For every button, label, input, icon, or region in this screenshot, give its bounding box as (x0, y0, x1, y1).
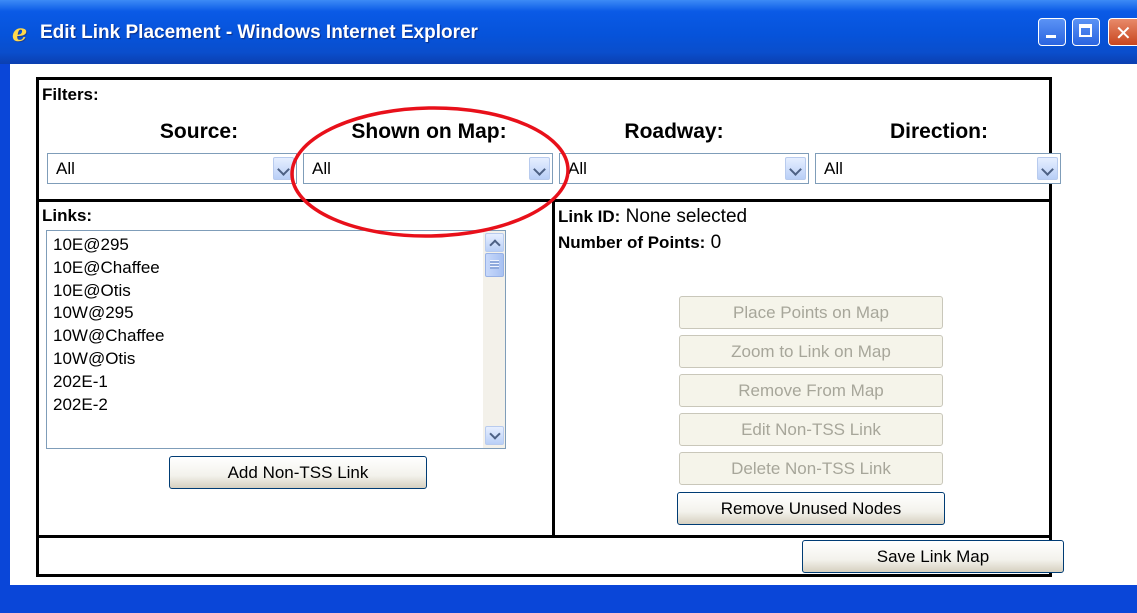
edit-link-table: Filters: Source: Shown on Map: Roadway: … (36, 77, 1064, 577)
chevron-down-icon[interactable] (273, 157, 294, 180)
shown-on-map-header: Shown on Map: (351, 120, 507, 143)
remove-from-map-button[interactable]: Remove From Map (679, 374, 943, 407)
filters-label: Filters: (42, 85, 99, 104)
list-item[interactable]: 202E-2 (53, 395, 108, 415)
direction-select-value: All (824, 159, 843, 178)
points-line: Number of Points: 0 (558, 232, 721, 254)
delete-non-tss-link-button[interactable]: Delete Non-TSS Link (679, 452, 943, 485)
scrollbar-thumb[interactable] (485, 253, 504, 277)
link-id-line: Link ID: None selected (558, 206, 747, 228)
list-item[interactable]: 10W@Otis (53, 349, 135, 369)
chevron-down-icon[interactable] (529, 157, 550, 180)
footer-row: Save Link Map (39, 535, 1064, 577)
ie-logo-icon: e (12, 18, 28, 47)
maximize-icon[interactable] (1072, 18, 1100, 46)
list-item[interactable]: 10W@295 (53, 303, 134, 323)
list-item[interactable]: 10E@Chaffee (53, 258, 160, 278)
direction-select[interactable]: All (815, 153, 1061, 184)
chevron-down-icon[interactable] (1037, 157, 1058, 180)
minimize-icon[interactable] (1038, 18, 1066, 46)
list-item[interactable]: 202E-1 (53, 372, 108, 392)
links-pane: Links: 10E@295 10E@Chaffee 10E@Otis 10W@… (39, 202, 555, 535)
close-icon[interactable] (1108, 18, 1137, 46)
roadway-header: Roadway: (624, 120, 724, 143)
list-item[interactable]: 10W@Chaffee (53, 326, 164, 346)
window-title: Edit Link Placement - Windows Internet E… (40, 22, 478, 43)
link-info-pane: Link ID: None selected Number of Points:… (555, 202, 1049, 535)
save-link-map-button[interactable]: Save Link Map (802, 540, 1064, 573)
link-id-label: Link ID: (558, 207, 621, 226)
shown-on-map-select[interactable]: All (303, 153, 553, 184)
place-points-on-map-button[interactable]: Place Points on Map (679, 296, 943, 329)
edit-non-tss-link-button[interactable]: Edit Non-TSS Link (679, 413, 943, 446)
scroll-up-icon[interactable] (485, 233, 504, 252)
title-bar[interactable]: e Edit Link Placement - Windows Internet… (0, 0, 1137, 64)
add-non-tss-link-button[interactable]: Add Non-TSS Link (169, 456, 427, 489)
chevron-down-icon[interactable] (785, 157, 806, 180)
links-listbox[interactable]: 10E@295 10E@Chaffee 10E@Otis 10W@295 10W… (46, 230, 506, 449)
remove-unused-nodes-button[interactable]: Remove Unused Nodes (677, 492, 945, 525)
ie-window: e Edit Link Placement - Windows Internet… (0, 0, 1137, 613)
roadway-select[interactable]: All (559, 153, 809, 184)
link-id-value: None selected (625, 206, 748, 227)
list-item[interactable]: 10E@295 (53, 235, 129, 255)
roadway-select-value: All (568, 159, 587, 178)
zoom-to-link-button[interactable]: Zoom to Link on Map (679, 335, 943, 368)
page-content: Filters: Source: Shown on Map: Roadway: … (10, 64, 1137, 585)
source-select-value: All (56, 159, 75, 178)
source-header: Source: (159, 120, 239, 143)
points-label: Number of Points: (558, 233, 706, 252)
links-label: Links: (42, 206, 93, 225)
scroll-down-icon[interactable] (485, 426, 504, 445)
filters-section: Filters: Source: Shown on Map: Roadway: … (39, 80, 1061, 202)
links-scrollbar[interactable] (483, 231, 505, 448)
source-select[interactable]: All (47, 153, 297, 184)
direction-header: Direction: (889, 120, 988, 143)
list-item[interactable]: 10E@Otis (53, 281, 131, 301)
points-value: 0 (710, 232, 722, 253)
shown-on-map-select-value: All (312, 159, 331, 178)
